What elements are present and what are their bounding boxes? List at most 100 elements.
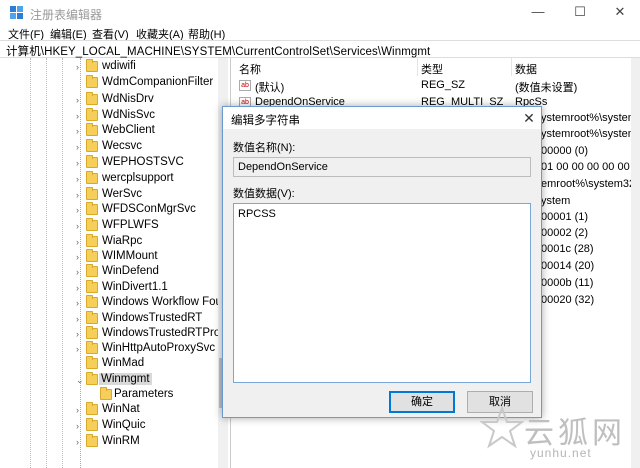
- value-data: 00001 (1): [541, 211, 589, 223]
- dialog-title-bar[interactable]: 编辑多字符串 ✕: [223, 107, 541, 129]
- tree-item-label: Winmgmt: [99, 373, 152, 385]
- tree-item[interactable]: WdmCompanionFilter: [0, 74, 220, 92]
- expand-arrow-icon[interactable]: ›: [76, 329, 84, 339]
- column-header-type[interactable]: 类型: [421, 61, 443, 77]
- column-header-name[interactable]: 名称: [239, 61, 261, 77]
- watermark-url: yunhu.net: [530, 446, 592, 460]
- folder-icon: [86, 139, 98, 152]
- folder-icon: [86, 187, 98, 200]
- address-bar[interactable]: 计算机\HKEY_LOCAL_MACHINE\SYSTEM\CurrentCon…: [0, 40, 640, 58]
- tree-item-label: WinHttpAutoProxySvc: [102, 342, 216, 354]
- dialog-close-icon[interactable]: ✕: [519, 109, 539, 127]
- expand-arrow-icon[interactable]: ›: [76, 62, 84, 72]
- close-button[interactable]: ✕: [602, 2, 638, 22]
- expand-arrow-icon[interactable]: [76, 359, 84, 369]
- expand-arrow-icon[interactable]: ›: [76, 126, 84, 136]
- folder-icon: [86, 326, 98, 339]
- folder-icon: [86, 280, 98, 293]
- folder-icon: [86, 59, 98, 72]
- expand-arrow-icon[interactable]: ›: [76, 174, 84, 184]
- folder-icon: [86, 218, 98, 231]
- title-bar: 注册表编辑器 — ☐ ✕: [0, 0, 640, 26]
- expand-arrow-icon[interactable]: ›: [76, 344, 84, 354]
- value-row[interactable]: ab (默认) REG_SZ (数值未设置): [231, 77, 640, 94]
- collapse-arrow-icon[interactable]: ⌄: [76, 375, 84, 385]
- string-value-icon: ab: [239, 80, 251, 91]
- value-data: 00020 (32): [541, 294, 595, 306]
- tree-item-label: WindowsTrustedRT: [102, 312, 203, 324]
- folder-icon: [86, 295, 98, 308]
- tree-item-label: WinNat: [102, 403, 140, 415]
- expand-arrow-icon[interactable]: ›: [76, 405, 84, 415]
- tree-item-label: WEPHOSTSVC: [102, 156, 184, 168]
- value-data: ystemroot%\system3: [541, 128, 640, 140]
- expand-arrow-icon[interactable]: ›: [76, 421, 84, 431]
- ok-button[interactable]: 确定: [389, 391, 455, 413]
- key-tree: › wdiwifi WdmCompanionFilter › WdNisDrv …: [0, 58, 230, 468]
- tree-item-label: WFPLWFS: [102, 219, 159, 231]
- value-data: 00000 (0): [541, 145, 589, 157]
- tree-item-label: WinDivert1.1: [102, 281, 168, 293]
- list-header: 名称 类型 数据: [231, 58, 640, 76]
- expand-arrow-icon[interactable]: ›: [76, 267, 84, 277]
- tree-item-label: Wecsvc: [102, 140, 143, 152]
- expand-arrow-icon[interactable]: ›: [76, 252, 84, 262]
- tree-item-label: WdNisDrv: [102, 93, 154, 105]
- watermark: 云狐网 yunhu.net: [480, 400, 640, 468]
- folder-icon: [86, 311, 98, 324]
- folder-icon: [86, 202, 98, 215]
- expand-arrow-icon[interactable]: ›: [76, 95, 84, 105]
- tree-item-label: WerSvc: [102, 188, 143, 200]
- folder-icon: [86, 234, 98, 247]
- expand-arrow-icon[interactable]: ›: [76, 221, 84, 231]
- expand-arrow-icon[interactable]: ›: [76, 142, 84, 152]
- minimize-button[interactable]: —: [520, 2, 556, 22]
- expand-arrow-icon[interactable]: ›: [76, 437, 84, 447]
- tree-item-label: wercplsupport: [102, 172, 174, 184]
- folder-icon: [86, 155, 98, 168]
- folder-icon: [100, 387, 112, 400]
- value-data: (数值未设置): [515, 82, 578, 94]
- menu-bar: 文件(F) 编辑(E) 查看(V) 收藏夹(A) 帮助(H): [0, 26, 640, 41]
- value-data: emroot%\system32\: [541, 178, 639, 190]
- tree-item-label: WIMMount: [102, 250, 158, 262]
- maximize-button[interactable]: ☐: [562, 2, 598, 22]
- expand-arrow-icon[interactable]: ›: [76, 283, 84, 293]
- folder-icon: [86, 434, 98, 447]
- edit-multi-string-dialog: 编辑多字符串 ✕ 数值名称(N): DependOnService 数值数据(V…: [222, 106, 542, 418]
- value-name: (默认): [255, 82, 285, 94]
- tree-item-label: WinQuic: [102, 419, 146, 431]
- tree-item-label: WinDefend: [102, 265, 159, 277]
- tree-item-label: WiaRpc: [102, 235, 143, 247]
- value-data: 0000b (11): [541, 277, 594, 289]
- dialog-body: 数值名称(N): DependOnService 数值数据(V): RPCSS …: [223, 129, 541, 417]
- folder-icon: [86, 75, 98, 88]
- tree-item-label: WdmCompanionFilter: [102, 76, 214, 88]
- registry-app-icon: [10, 6, 23, 19]
- expand-arrow-icon[interactable]: ›: [76, 298, 84, 308]
- registry-editor-window: 注册表编辑器 — ☐ ✕ 文件(F) 编辑(E) 查看(V) 收藏夹(A) 帮助…: [0, 0, 640, 468]
- folder-icon: [86, 356, 98, 369]
- expand-arrow-icon[interactable]: [76, 78, 84, 88]
- tree-item-label: Parameters: [114, 388, 174, 400]
- address-path[interactable]: 计算机\HKEY_LOCAL_MACHINE\SYSTEM\CurrentCon…: [6, 43, 430, 59]
- expand-arrow-icon[interactable]: ›: [76, 111, 84, 121]
- expand-arrow-icon[interactable]: ›: [76, 237, 84, 247]
- tree-item-label: WFDSConMgrSvc: [102, 203, 196, 215]
- folder-icon: [86, 249, 98, 262]
- dialog-title: 编辑多字符串: [231, 115, 300, 127]
- value-data: 0001c (28): [541, 243, 594, 255]
- expand-arrow-icon[interactable]: ›: [76, 205, 84, 215]
- value-data-label: 数值数据(V):: [233, 188, 295, 200]
- expand-arrow-icon[interactable]: ›: [76, 190, 84, 200]
- folder-open-icon: [86, 372, 98, 385]
- value-data-textarea[interactable]: RPCSS: [233, 203, 531, 383]
- value-name-field: DependOnService: [233, 157, 531, 177]
- tree-item-label: Windows Workflow Foun: [102, 296, 229, 308]
- value-data: 00002 (2): [541, 227, 589, 239]
- tree-item[interactable]: › WinRM: [0, 433, 220, 451]
- folder-icon: [86, 171, 98, 184]
- expand-arrow-icon[interactable]: ›: [76, 158, 84, 168]
- column-header-data[interactable]: 数据: [515, 61, 537, 77]
- expand-arrow-icon[interactable]: ›: [76, 314, 84, 324]
